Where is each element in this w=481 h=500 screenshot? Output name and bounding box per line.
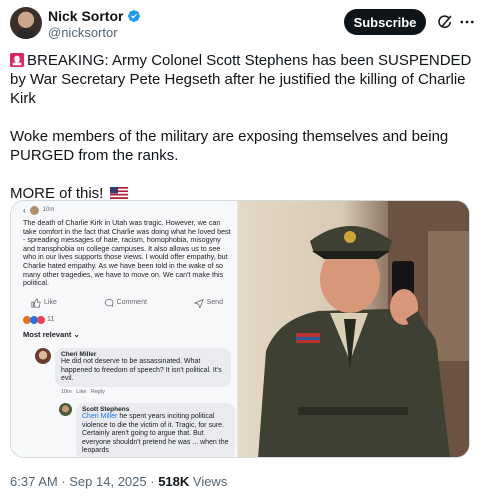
fb-comment-bubble: Cheri Miller He did not deserve to be as… bbox=[55, 348, 231, 387]
footer-separator: · bbox=[57, 474, 70, 489]
siren-emoji-icon bbox=[10, 53, 24, 67]
fb-action-bar: Like Comment Send bbox=[23, 298, 231, 308]
tweet-paragraph-1: BREAKING: Army Colonel Scott Stephens ha… bbox=[10, 51, 475, 108]
fb-comment-filter: Most relevant ⌄ bbox=[23, 330, 231, 339]
tweet-paragraph-2: Woke members of the military are exposin… bbox=[10, 127, 475, 165]
photo-cap-insignia-shape bbox=[344, 231, 357, 243]
fb-comment-mention: Cheri Miller bbox=[82, 413, 118, 420]
fb-back-icon: ‹ bbox=[23, 205, 26, 215]
comment-bubble-icon bbox=[104, 298, 113, 307]
fb-post-body: The death of Charlie Kirk in Utah was tr… bbox=[23, 218, 231, 288]
tweet-time[interactable]: 6:37 AM bbox=[10, 474, 58, 489]
fb-comment-time: 10m bbox=[61, 388, 72, 395]
chevron-down-icon: ⌄ bbox=[73, 329, 80, 339]
fb-comment-meta: 10m Like Reply bbox=[55, 389, 231, 395]
love-reaction-icon bbox=[37, 315, 45, 324]
tweet-line-2: Woke members of the military are exposin… bbox=[10, 128, 449, 164]
fb-reactions: 11 bbox=[23, 315, 231, 324]
photo-cap-visor-shape bbox=[312, 251, 391, 259]
footer-separator: · bbox=[146, 474, 159, 489]
fb-send-label: Send bbox=[206, 299, 223, 307]
fb-post-meta: ‹ 10m bbox=[23, 205, 231, 215]
fb-comment-text: He did not deserve to be assassinated. W… bbox=[61, 358, 222, 382]
fb-comment-reply: Reply bbox=[90, 388, 106, 395]
tweet-text: BREAKING: Army Colonel Scott Stephens ha… bbox=[10, 51, 475, 222]
fb-comment-content: Scott Stephens Cheri Miller he spent yea… bbox=[76, 403, 235, 457]
author-display-name[interactable]: Nick Sortor bbox=[48, 8, 123, 24]
fb-comment-content: Cheri Miller He did not deserve to be as… bbox=[55, 348, 231, 395]
views-label: Views bbox=[189, 474, 228, 489]
fb-post-time: 10m bbox=[42, 207, 55, 213]
facebook-screenshot[interactable]: ‹ 10m The death of Charlie Kirk in Utah … bbox=[11, 201, 239, 457]
officer-selfie-illustration bbox=[258, 201, 469, 457]
fb-commenter-name: Scott Stephens bbox=[82, 406, 130, 413]
fb-like-label: Like bbox=[44, 299, 57, 307]
fb-comment-text: Cheri Miller he spent years inciting pol… bbox=[82, 413, 229, 456]
officer-selfie-photo[interactable] bbox=[238, 201, 469, 457]
fb-comment-like: Like bbox=[76, 388, 87, 395]
author-name-row: Nick Sortor bbox=[48, 8, 141, 24]
fb-comment-bubble: Scott Stephens Cheri Miller he spent yea… bbox=[76, 403, 235, 457]
fb-commenter-avatar bbox=[35, 348, 51, 364]
fb-poster-avatar bbox=[29, 205, 39, 215]
fb-comment-label: Comment bbox=[116, 299, 147, 307]
subscribe-button[interactable]: Subscribe bbox=[344, 9, 426, 35]
send-icon bbox=[193, 298, 204, 308]
fb-comment-cheri: Cheri Miller He did not deserve to be as… bbox=[35, 348, 231, 395]
grok-icon[interactable] bbox=[436, 13, 454, 31]
fb-commenter-name: Cheri Miller bbox=[61, 351, 97, 358]
tweet-date[interactable]: Sep 14, 2025 bbox=[69, 474, 146, 489]
thumbs-up-icon bbox=[31, 298, 41, 308]
tweet-media[interactable]: ‹ 10m The death of Charlie Kirk in Utah … bbox=[10, 200, 470, 458]
fb-filter-label: Most relevant bbox=[23, 329, 72, 339]
views-count: 518K bbox=[158, 474, 190, 489]
author-avatar[interactable] bbox=[10, 7, 42, 39]
fb-commenter-avatar bbox=[59, 403, 72, 416]
fb-send-action: Send bbox=[193, 298, 223, 308]
facebook-post: ‹ 10m The death of Charlie Kirk in Utah … bbox=[23, 205, 231, 339]
fb-comment-scott: Scott Stephens Cheri Miller he spent yea… bbox=[59, 403, 235, 457]
fb-reaction-count: 11 bbox=[47, 316, 55, 324]
tweet-footer: 6:37 AM · Sep 14, 2025 · 518K Views bbox=[10, 474, 227, 489]
fb-like-action: Like bbox=[31, 298, 57, 308]
verified-badge-icon bbox=[128, 10, 141, 22]
fb-comment-action: Comment bbox=[104, 298, 147, 308]
tweet-line-1: BREAKING: Army Colonel Scott Stephens ha… bbox=[10, 52, 472, 107]
photo-belt-shape bbox=[298, 407, 409, 415]
tweet-header: Nick Sortor @nicksortor Subscribe bbox=[0, 0, 481, 46]
more-options-icon[interactable] bbox=[458, 13, 476, 31]
photo-ribbon-stripe-shape bbox=[296, 337, 321, 340]
author-handle[interactable]: @nicksortor bbox=[48, 25, 118, 40]
us-flag-emoji-icon bbox=[109, 187, 128, 199]
